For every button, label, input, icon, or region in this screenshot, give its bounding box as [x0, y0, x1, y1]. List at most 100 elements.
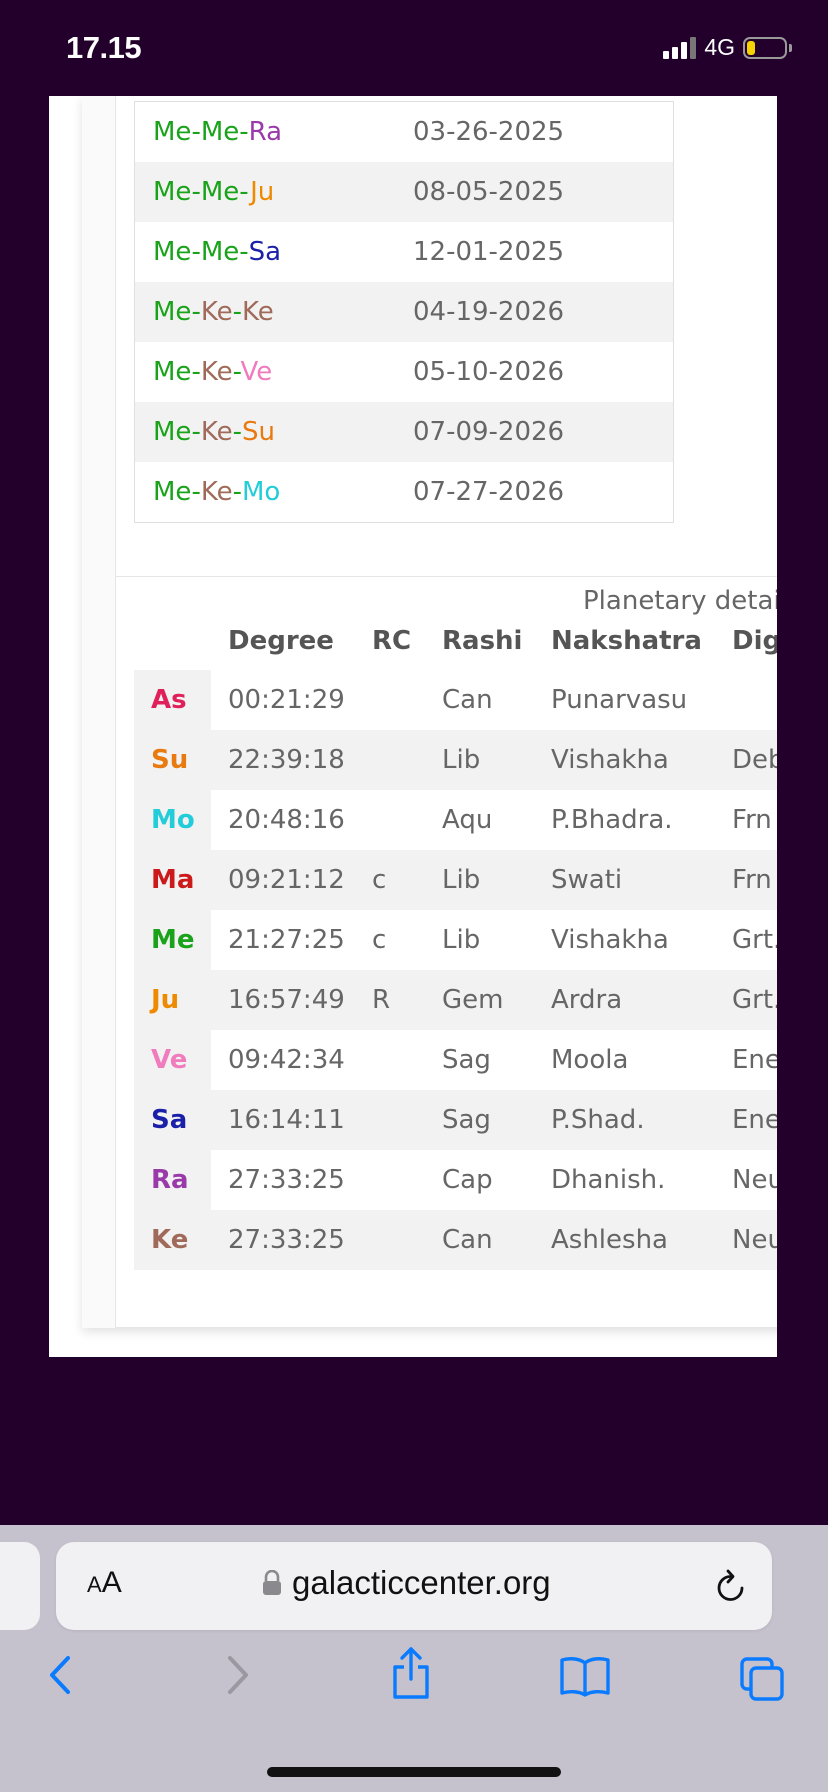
dasha-separator: - — [191, 297, 201, 327]
planet-name: Ke — [134, 1210, 211, 1270]
dasha-separator: - — [232, 297, 242, 327]
planet-nakshatra: Punarvasu — [551, 670, 732, 730]
planet-degree: 00:21:29 — [211, 670, 372, 730]
dasha-lords: Me-Ke-Ve — [135, 342, 394, 402]
dasha-separator: - — [232, 417, 242, 447]
dasha-planet: Su — [241, 417, 275, 447]
forward-button[interactable] — [218, 1650, 258, 1700]
planet-row: Ke 27:33:25 Can Ashlesha Neu — [134, 1210, 777, 1270]
dasha-separator: - — [191, 237, 201, 267]
dasha-date: 08-05-2025 — [413, 177, 565, 207]
planet-degree: 27:33:25 — [211, 1210, 372, 1270]
planet-degree: 09:42:34 — [211, 1030, 372, 1090]
planet-name: As — [134, 670, 211, 730]
header-dignity: Dig — [732, 626, 777, 656]
address-bar[interactable]: AA galacticcenter.org — [56, 1542, 772, 1630]
dasha-planet: Me — [153, 117, 192, 147]
planet-name: Ve — [134, 1030, 211, 1090]
header-rc: RC — [372, 626, 412, 656]
reload-icon[interactable] — [714, 1568, 748, 1604]
planet-rc — [372, 1090, 442, 1150]
dasha-planet: Me — [200, 177, 240, 207]
planet-name: Su — [134, 730, 211, 790]
lock-icon — [263, 1570, 281, 1595]
planet-name: Sa — [134, 1090, 211, 1150]
planet-rashi: Lib — [442, 850, 551, 910]
planet-rc: c — [372, 910, 442, 970]
planet-row: Su 22:39:18 Lib Vishakha Deb — [134, 730, 777, 790]
battery-icon — [743, 36, 787, 59]
dasha-planet: Ra — [248, 117, 283, 147]
dasha-row: Me-Me-Ju 08-05-2025 — [134, 162, 674, 222]
planet-rashi: Aqu — [442, 790, 551, 850]
planet-name: Me — [134, 910, 211, 970]
planet-degree: 16:57:49 — [211, 970, 372, 1030]
dasha-planet: Me — [153, 417, 192, 447]
status-time: 17.15 — [66, 30, 142, 65]
planet-nakshatra: P.Shad. — [551, 1090, 732, 1150]
planet-nakshatra: Ardra — [551, 970, 732, 1030]
planet-rc — [372, 790, 442, 850]
planet-row: Me 21:27:25 c Lib Vishakha Grt. — [134, 910, 777, 970]
dasha-lords: Me-Ke-Su — [135, 402, 394, 462]
tabs-button[interactable] — [738, 1655, 786, 1703]
dasha-planet: Ke — [200, 357, 233, 387]
planet-rc: c — [372, 850, 442, 910]
dasha-planet: Ve — [240, 357, 273, 387]
planet-row: Ve 09:42:34 Sag Moola Ene — [134, 1030, 777, 1090]
planet-rc — [372, 1210, 442, 1270]
planet-rashi: Can — [442, 1210, 551, 1270]
dasha-row: Me-Ke-Ve 05-10-2026 — [135, 342, 674, 402]
planet-dignity: Neu — [732, 1210, 777, 1270]
dasha-planet: Me — [200, 237, 240, 267]
planet-rashi: Lib — [442, 730, 551, 790]
back-button[interactable] — [40, 1650, 80, 1700]
planet-name: Mo — [134, 790, 211, 850]
dasha-planet: Sa — [248, 237, 282, 267]
dasha-separator: - — [191, 177, 201, 207]
dasha-planet: Me — [153, 357, 192, 387]
dasha-planet: Mo — [241, 477, 281, 507]
bookmarks-button[interactable] — [559, 1655, 611, 1697]
planet-dignity: Grt. — [732, 910, 777, 970]
dasha-separator: - — [191, 357, 201, 387]
dasha-lords: Me-Ke-Mo — [135, 462, 394, 523]
planet-row: Mo 20:48:16 Aqu P.Bhadra. Frn — [134, 790, 777, 850]
dasha-lords: Me-Ke-Ke — [135, 282, 394, 342]
planet-rashi: Cap — [442, 1150, 551, 1210]
dasha-separator: - — [232, 477, 242, 507]
dasha-planet: Me — [153, 297, 192, 327]
planet-dignity: Grt. — [732, 970, 777, 1030]
dasha-date: 04-19-2026 — [413, 297, 565, 327]
planet-nakshatra: Dhanish. — [551, 1150, 732, 1210]
previous-tab-peek[interactable] — [0, 1542, 40, 1630]
dasha-row: Me-Ke-Ke 04-19-2026 — [134, 282, 674, 342]
dasha-planet: Ke — [241, 297, 274, 327]
web-page[interactable]: Me-Me-Ra 03-26-2025 Me-Me-Ju 08-05-2025 Me-M… — [49, 96, 777, 1357]
planet-row: Ra 27:33:25 Cap Dhanish. Neu — [134, 1150, 777, 1210]
planet-name: Ju — [134, 970, 211, 1030]
url-text: galacticcenter.org — [292, 1564, 551, 1601]
planet-row: Ju 16:57:49 R Gem Ardra Grt. — [134, 970, 777, 1030]
dasha-planet: Ke — [200, 417, 233, 447]
planet-degree: 16:14:11 — [211, 1090, 372, 1150]
dasha-date: 12-01-2025 — [413, 237, 565, 267]
dasha-separator: - — [239, 237, 249, 267]
planet-rc — [372, 670, 442, 730]
battery-tip — [789, 43, 792, 52]
section-divider — [115, 576, 777, 577]
planet-degree: 09:21:12 — [211, 850, 372, 910]
planet-nakshatra: P.Bhadra. — [551, 790, 732, 850]
planet-degree: 22:39:18 — [211, 730, 372, 790]
dasha-date: 07-09-2026 — [413, 417, 565, 447]
planet-rc — [372, 730, 442, 790]
planet-degree: 20:48:16 — [211, 790, 372, 850]
share-button[interactable] — [389, 1645, 433, 1701]
dasha-planet: Me — [153, 477, 192, 507]
dasha-planet: Ke — [200, 477, 233, 507]
home-indicator — [267, 1767, 561, 1777]
url-display[interactable]: galacticcenter.org — [262, 1564, 551, 1602]
dasha-row: Me-Me-Ra 03-26-2025 — [135, 102, 674, 163]
planet-rashi: Sag — [442, 1090, 551, 1150]
text-size-button[interactable]: AA — [87, 1566, 122, 1600]
